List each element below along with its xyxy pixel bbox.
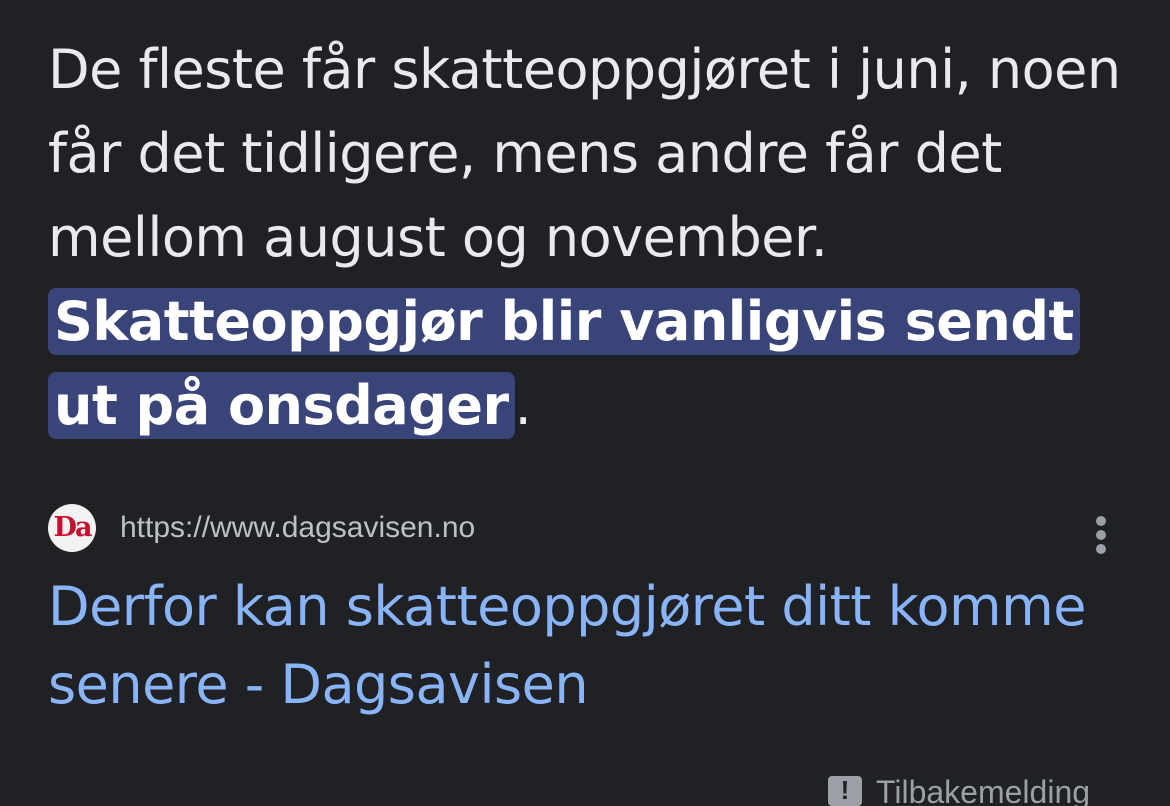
more-options-button[interactable]: [1084, 512, 1118, 556]
result-title-link[interactable]: Derfor kan skatteoppgjøret ditt komme se…: [48, 568, 1138, 724]
dagsavisen-favicon-icon: Da: [48, 504, 96, 552]
feedback-label: Tilbakemelding: [876, 774, 1091, 806]
snippet-text: De fleste får skatteoppgjøret i juni, no…: [48, 38, 1121, 269]
snippet-highlight: Skatteoppgjør blir vanligvis sendt ut på…: [48, 288, 1080, 439]
feedback-button[interactable]: Tilbakemelding: [828, 770, 1090, 806]
more-vert-icon-dot: [1096, 530, 1106, 540]
favicon-label: Da: [53, 512, 93, 543]
snippet-text-end: .: [514, 374, 532, 437]
featured-snippet-text: De fleste får skatteoppgjøret i juni, no…: [48, 28, 1128, 448]
more-vert-icon: [1096, 516, 1106, 526]
source-row[interactable]: Da https://www.dagsavisen.no: [48, 504, 1128, 552]
source-url[interactable]: https://www.dagsavisen.no: [120, 508, 475, 548]
feedback-icon: [828, 774, 862, 806]
more-vert-icon-dot: [1096, 544, 1106, 554]
